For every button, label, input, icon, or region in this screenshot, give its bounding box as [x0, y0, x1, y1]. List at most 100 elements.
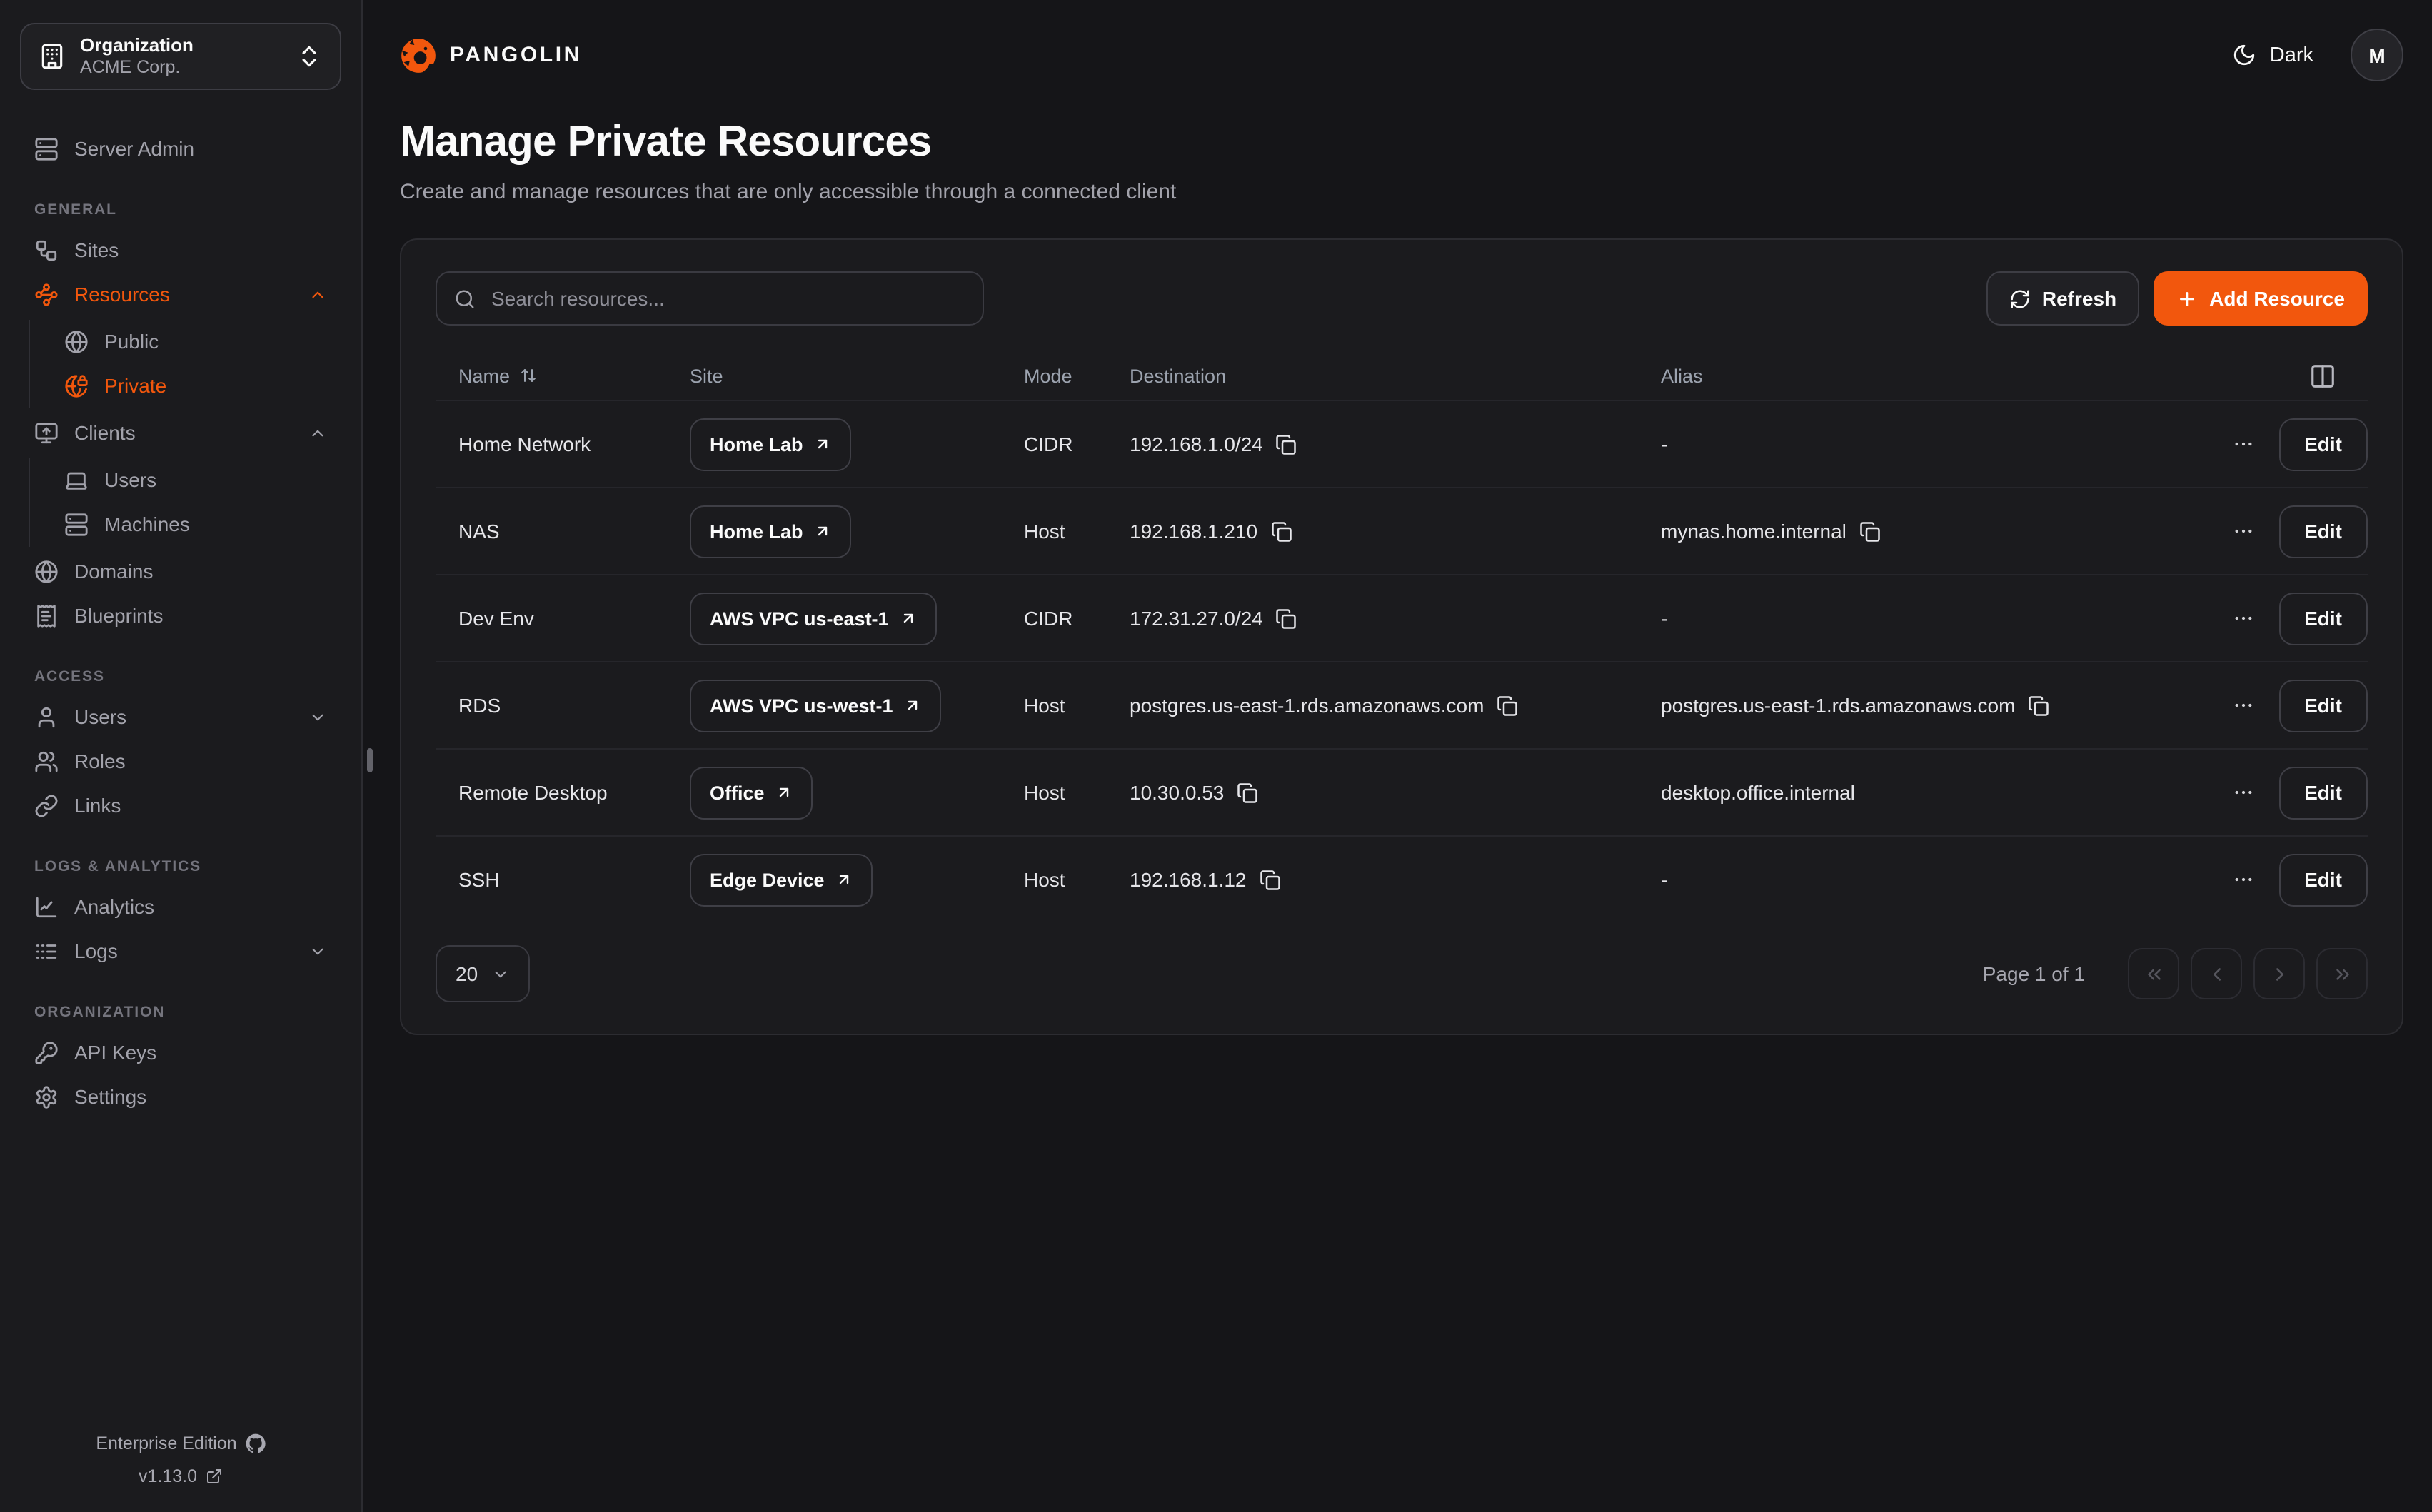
user-icon — [34, 705, 59, 730]
page-size-select[interactable]: 20 — [436, 945, 529, 1002]
sidebar-item-client-users[interactable]: Users — [50, 458, 341, 503]
column-header-alias: Alias — [1638, 365, 2149, 386]
cell-destination: postgres.us-east-1.rds.amazonaws.com — [1107, 694, 1638, 717]
cell-mode: Host — [1001, 781, 1107, 804]
cell-mode: CIDR — [1001, 607, 1107, 630]
first-page-button[interactable] — [2128, 948, 2179, 999]
cell-name: Dev Env — [436, 607, 667, 630]
ellipsis-icon — [2231, 781, 2254, 804]
columns-icon[interactable] — [2309, 362, 2336, 389]
cell-alias: - — [1638, 868, 2149, 891]
section-logs-analytics: LOGS & ANALYTICS — [34, 858, 341, 875]
building-icon — [39, 43, 66, 70]
search-input[interactable] — [488, 286, 965, 311]
copy-destination-button[interactable] — [1237, 782, 1258, 803]
link-icon — [34, 794, 59, 818]
cell-actions: Edit — [2149, 679, 2368, 732]
cell-site: Office — [667, 766, 1001, 819]
app: Organization ACME Corp. Server Admin GEN… — [0, 0, 2432, 1512]
github-icon — [246, 1433, 266, 1453]
cell-alias: - — [1638, 607, 2149, 630]
chevrons-up-down-icon — [296, 43, 323, 70]
next-page-button[interactable] — [2253, 948, 2305, 999]
sidebar-item-settings[interactable]: Settings — [20, 1075, 341, 1119]
row-more-button[interactable] — [2229, 865, 2257, 894]
site-link-button[interactable]: AWS VPC us-east-1 — [690, 592, 938, 645]
sidebar-item-machines[interactable]: Machines — [50, 503, 341, 547]
site-link-button[interactable]: Edge Device — [690, 853, 873, 906]
arrow-up-right-icon — [905, 697, 922, 714]
arrow-up-right-icon — [776, 784, 793, 801]
sidebar-scrollbar-thumb[interactable] — [367, 748, 372, 772]
copy-destination-button[interactable] — [1276, 608, 1297, 629]
copy-destination-button[interactable] — [1260, 869, 1281, 890]
row-edit-button[interactable]: Edit — [2278, 766, 2368, 819]
add-resource-button[interactable]: Add Resource — [2154, 271, 2368, 326]
row-more-button[interactable] — [2229, 691, 2257, 720]
refresh-icon — [2009, 288, 2031, 309]
cell-site: AWS VPC us-east-1 — [667, 592, 1001, 645]
row-edit-button[interactable]: Edit — [2278, 853, 2368, 906]
sidebar-item-server-admin[interactable]: Server Admin — [20, 127, 341, 171]
column-header-destination: Destination — [1107, 365, 1638, 386]
org-name: ACME Corp. — [80, 57, 194, 79]
site-link-button[interactable]: AWS VPC us-west-1 — [690, 679, 942, 732]
copy-alias-button[interactable] — [1859, 520, 1881, 542]
moon-icon — [2233, 43, 2257, 67]
avatar[interactable]: M — [2351, 29, 2403, 81]
sidebar-item-blueprints[interactable]: Blueprints — [20, 594, 341, 638]
row-more-button[interactable] — [2229, 604, 2257, 632]
sidebar-item-sites[interactable]: Sites — [20, 228, 341, 273]
site-link-button[interactable]: Office — [690, 766, 813, 819]
version-link[interactable]: v1.13.0 — [20, 1466, 341, 1486]
row-edit-button[interactable]: Edit — [2278, 418, 2368, 470]
copy-destination-button[interactable] — [1276, 433, 1297, 455]
top-actions: Dark M — [2224, 29, 2403, 81]
sidebar-item-domains[interactable]: Domains — [20, 550, 341, 594]
page-subtitle: Create and manage resources that are onl… — [400, 180, 2403, 204]
cell-alias: desktop.office.internal — [1638, 781, 2149, 804]
sidebar-item-private[interactable]: Private — [50, 364, 341, 408]
table-row: Remote Desktop Office Host 10.30.0.53 — [436, 748, 2368, 835]
edition-link[interactable]: Enterprise Edition — [20, 1433, 341, 1453]
row-edit-button[interactable]: Edit — [2278, 679, 2368, 732]
cell-site: Home Lab — [667, 418, 1001, 470]
row-more-button[interactable] — [2229, 430, 2257, 458]
org-selector[interactable]: Organization ACME Corp. — [20, 23, 341, 90]
copy-destination-button[interactable] — [1497, 695, 1518, 716]
copy-alias-button[interactable] — [2028, 695, 2049, 716]
search-box — [436, 271, 984, 326]
row-edit-button[interactable]: Edit — [2278, 505, 2368, 558]
cell-mode: Host — [1001, 520, 1107, 543]
sidebar-item-roles[interactable]: Roles — [20, 740, 341, 784]
ellipsis-icon — [2231, 607, 2254, 630]
row-more-button[interactable] — [2229, 778, 2257, 807]
sidebar-item-resources[interactable]: Resources — [20, 273, 341, 317]
site-link-button[interactable]: Home Lab — [690, 505, 852, 558]
copy-destination-button[interactable] — [1270, 520, 1292, 542]
cell-name: NAS — [436, 520, 667, 543]
site-link-button[interactable]: Home Lab — [690, 418, 852, 470]
globe-lock-icon — [64, 374, 89, 398]
last-page-button[interactable] — [2316, 948, 2368, 999]
cell-destination: 10.30.0.53 — [1107, 781, 1638, 804]
refresh-button[interactable]: Refresh — [1986, 271, 2139, 326]
previous-page-button[interactable] — [2191, 948, 2242, 999]
sidebar-item-public[interactable]: Public — [50, 320, 341, 364]
row-more-button[interactable] — [2229, 517, 2257, 545]
chevron-up-icon — [308, 286, 327, 304]
topbar: PANGOLIN Dark M — [400, 29, 2403, 81]
cell-actions: Edit — [2149, 505, 2368, 558]
column-header-name[interactable]: Name — [436, 365, 667, 386]
gear-icon — [34, 1085, 59, 1109]
theme-toggle-button[interactable]: Dark — [2224, 41, 2322, 69]
logs-icon — [34, 939, 59, 964]
row-edit-button[interactable]: Edit — [2278, 592, 2368, 645]
sidebar-item-users[interactable]: Users — [20, 695, 341, 740]
chevron-down-icon — [491, 964, 509, 983]
sidebar-item-clients[interactable]: Clients — [20, 411, 341, 455]
sidebar-item-links[interactable]: Links — [20, 784, 341, 828]
sidebar-item-api-keys[interactable]: API Keys — [20, 1031, 341, 1075]
sidebar-item-logs[interactable]: Logs — [20, 929, 341, 974]
sidebar-item-analytics[interactable]: Analytics — [20, 885, 341, 929]
